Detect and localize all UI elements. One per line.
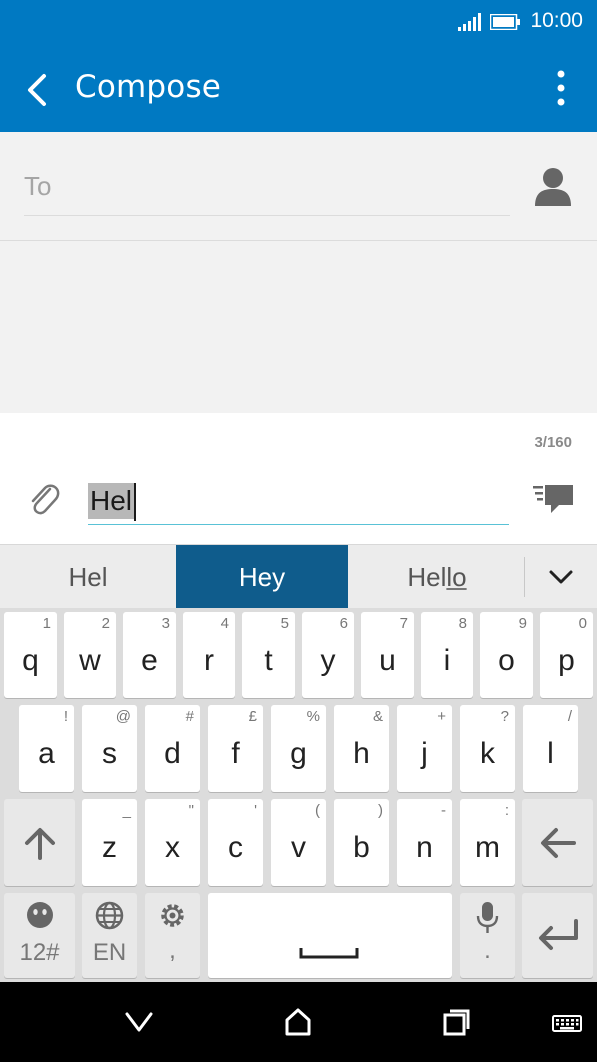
overflow-menu-icon[interactable] — [553, 66, 569, 110]
suggestion-prefix: Hel — [407, 562, 447, 592]
key-h[interactable]: & h — [334, 705, 389, 792]
key-b[interactable]: ) b — [334, 799, 389, 886]
key-c[interactable]: ' c — [208, 799, 263, 886]
key-l[interactable]: / l — [523, 705, 578, 792]
system-nav-bar — [0, 982, 597, 1062]
symbols-label: 12# — [19, 939, 60, 966]
keyboard-switch-icon[interactable] — [551, 1002, 583, 1042]
key-j[interactable]: + j — [397, 705, 452, 792]
recipient-placeholder: To — [24, 171, 52, 201]
enter-key[interactable] — [522, 893, 593, 978]
nav-recents-icon[interactable] — [437, 1002, 477, 1042]
key-m[interactable]: :m — [460, 799, 515, 886]
compose-body: To — [0, 132, 597, 413]
key-i[interactable]: 8i — [421, 612, 473, 698]
app-bar: Compose — [0, 42, 597, 132]
message-text: Hel — [88, 483, 135, 519]
key-a[interactable]: ! a — [19, 705, 74, 792]
key-d[interactable]: # d — [145, 705, 200, 792]
signal-icon — [458, 13, 481, 31]
suggestion-bar: Hel Hey Hello — [0, 544, 597, 609]
gear-icon — [161, 904, 184, 927]
key-w[interactable]: 2w — [64, 612, 116, 698]
section-divider — [0, 240, 597, 241]
suggestion-item-selected[interactable]: Hey — [176, 545, 348, 609]
key-r[interactable]: 4r — [183, 612, 235, 698]
backspace-key[interactable] — [522, 799, 593, 886]
period-label: . — [484, 937, 491, 964]
space-bar-icon — [299, 948, 359, 959]
microphone-icon — [476, 902, 499, 933]
enter-icon — [539, 919, 578, 950]
page-title: Compose — [75, 69, 222, 105]
key-g[interactable]: % g — [271, 705, 326, 792]
paperclip-icon[interactable] — [26, 479, 60, 519]
suggestion-completion: lo — [446, 562, 467, 592]
key-v[interactable]: (v — [271, 799, 326, 886]
symbols-emoji-key[interactable]: 12# — [4, 893, 75, 978]
language-key[interactable]: EN — [82, 893, 137, 978]
person-icon[interactable] — [533, 166, 573, 208]
message-composer: 3/160 Hel — [0, 413, 597, 544]
comma-label: , — [169, 937, 176, 964]
emoji-icon — [27, 902, 53, 928]
key-x[interactable]: " x — [145, 799, 200, 886]
globe-icon — [95, 901, 124, 930]
key-y[interactable]: 6y — [302, 612, 354, 698]
backspace-arrow-icon — [541, 828, 576, 858]
key-n[interactable]: -n — [397, 799, 452, 886]
key-q[interactable]: 1q — [4, 612, 57, 698]
message-input[interactable]: Hel — [88, 481, 509, 525]
chevron-down-icon[interactable] — [525, 545, 597, 609]
space-key[interactable] — [208, 893, 452, 978]
text-cursor — [134, 483, 136, 521]
key-t[interactable]: 5t — [242, 612, 295, 698]
nav-back-icon[interactable] — [119, 1002, 159, 1042]
key-z[interactable]: _ z — [82, 799, 137, 886]
key-p[interactable]: 0p — [540, 612, 593, 698]
suggestion-item[interactable]: Hello — [348, 545, 526, 609]
battery-icon — [490, 14, 520, 30]
character-counter: 3/160 — [534, 434, 572, 451]
key-e[interactable]: 3e — [123, 612, 176, 698]
status-bar: 10:00 — [0, 0, 597, 42]
key-k[interactable]: ? k — [460, 705, 515, 792]
shift-key[interactable] — [4, 799, 75, 886]
microphone-key[interactable]: . — [460, 893, 515, 978]
shift-arrow-icon — [25, 828, 55, 860]
recipient-field[interactable]: To — [24, 164, 510, 216]
key-s[interactable]: @ s — [82, 705, 137, 792]
language-label: EN — [92, 939, 127, 966]
key-u[interactable]: 7u — [361, 612, 414, 698]
status-time: 10:00 — [530, 9, 583, 32]
back-arrow-icon[interactable] — [16, 66, 60, 110]
keyboard: 1q 2w 3e 4r 5t 6y 7u 8i 9o 0p ! a @ s # d £… — [0, 608, 597, 982]
key-f[interactable]: £ f — [208, 705, 263, 792]
nav-home-icon[interactable] — [278, 1002, 318, 1042]
send-message-icon[interactable] — [531, 481, 575, 517]
settings-key[interactable]: , — [145, 893, 200, 978]
suggestion-item[interactable]: Hel — [0, 545, 176, 609]
key-o[interactable]: 9o — [480, 612, 533, 698]
